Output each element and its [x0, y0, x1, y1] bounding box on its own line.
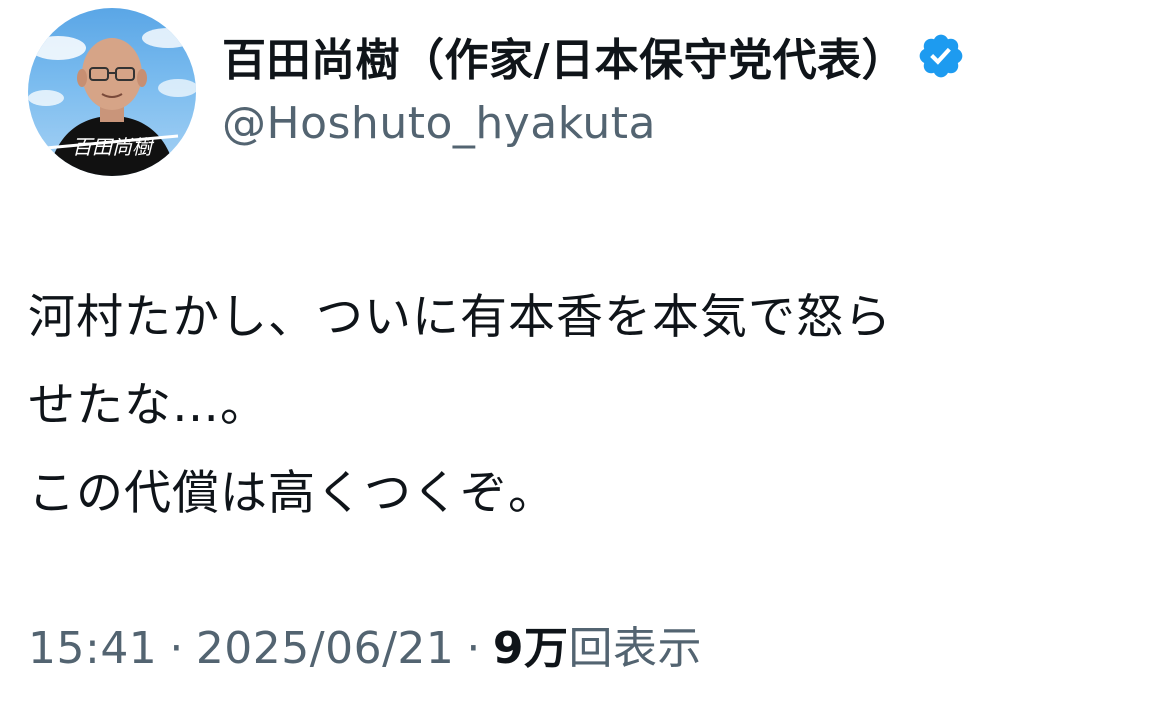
tweet-meta: 15:41 · 2025/06/21 · 9万回表示 [28, 612, 702, 676]
meta-separator: · [466, 623, 481, 674]
name-row: 百田尚樹（作家/日本保守党代表） [222, 20, 1150, 92]
user-handle[interactable]: @Hoshuto_hyakuta [222, 98, 1150, 149]
meta-separator: · [169, 623, 184, 674]
avatar[interactable]: 百田尚樹 [28, 8, 196, 176]
avatar-image: 百田尚樹 [28, 28, 196, 176]
post-date[interactable]: 2025/06/21 [196, 623, 455, 674]
tweet-text: 河村たかし、ついに有本香を本気で怒ら せたな…。 この代償は高くつくぞ。 [28, 274, 1138, 538]
avatar-caption: 百田尚樹 [72, 135, 155, 159]
tweet-text-line: この代償は高くつくぞ。 [28, 466, 556, 521]
tweet: 百田尚樹 百田尚樹（作家/日本保守党代表） @Hoshuto_hyakuta 河… [0, 0, 1170, 718]
verified-badge-icon[interactable] [916, 31, 966, 81]
view-count: 9万 [492, 623, 569, 674]
tweet-text-line: せたな…。 [28, 378, 268, 433]
view-label: 回表示 [568, 623, 703, 674]
display-name[interactable]: 百田尚樹（作家/日本保守党代表） [222, 24, 906, 88]
author-block: 百田尚樹（作家/日本保守党代表） @Hoshuto_hyakuta [222, 20, 1150, 149]
post-time[interactable]: 15:41 [28, 623, 157, 674]
tweet-text-line: 河村たかし、ついに有本香を本気で怒ら [28, 290, 892, 345]
